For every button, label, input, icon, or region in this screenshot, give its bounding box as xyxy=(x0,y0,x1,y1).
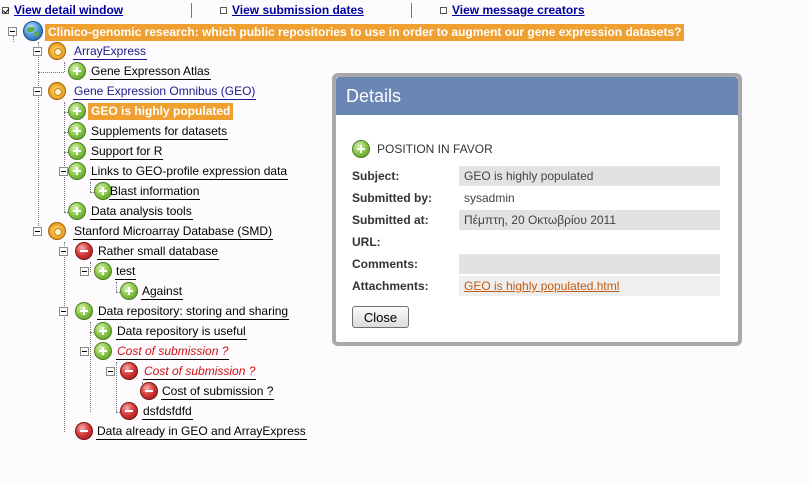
tree-line xyxy=(38,72,64,73)
tree-node-label[interactable]: Cost of submission ? xyxy=(161,384,275,400)
tree-node-label[interactable]: Cost of submission ? xyxy=(116,344,230,360)
tree-line xyxy=(116,362,117,412)
subject-value: GEO is highly populated xyxy=(459,166,720,186)
collapse-toggle[interactable] xyxy=(80,347,89,356)
pro-icon xyxy=(120,282,138,300)
tree-node-label[interactable]: Gene Expresson Atlas xyxy=(90,64,211,80)
tree-node-label[interactable]: Rather small database xyxy=(97,244,220,260)
tree-node-label[interactable]: Stanford Microarray Database (SMD) xyxy=(73,224,274,240)
pro-icon xyxy=(68,102,86,120)
collapse-toggle[interactable] xyxy=(33,227,42,236)
url-label: URL: xyxy=(352,235,381,249)
pro-icon xyxy=(94,262,112,280)
collapse-toggle[interactable] xyxy=(80,267,89,276)
attachments-label: Attachments: xyxy=(352,279,429,293)
pro-icon xyxy=(75,302,93,320)
position-indicator: POSITION IN FAVOR xyxy=(352,140,493,158)
pro-icon xyxy=(68,62,86,80)
tree-node-label[interactable]: Against xyxy=(141,284,184,300)
tree-line xyxy=(13,36,14,42)
con-icon xyxy=(120,362,138,380)
tree-node-label[interactable]: Data already in GEO and ArrayExpress xyxy=(96,424,307,440)
pro-icon xyxy=(68,202,86,220)
collapse-toggle[interactable] xyxy=(59,167,68,176)
globe-icon xyxy=(23,21,43,41)
tree-line xyxy=(64,102,65,212)
collapse-toggle[interactable] xyxy=(59,247,68,256)
con-icon xyxy=(75,422,93,440)
collapse-toggle[interactable] xyxy=(106,367,115,376)
comments-label: Comments: xyxy=(352,257,419,271)
details-panel: Details POSITION IN FAVOR Subject: GEO i… xyxy=(332,73,742,346)
tree-node-label[interactable]: Data repository is useful xyxy=(116,324,247,340)
issue-icon xyxy=(48,82,66,100)
tree-node-label[interactable]: Cost of submission ? xyxy=(143,364,257,380)
issue-icon xyxy=(48,222,66,240)
tree-line xyxy=(38,42,39,232)
close-button[interactable]: Close xyxy=(352,306,409,328)
tree-node-label[interactable]: Links to GEO-profile expression data xyxy=(90,164,289,180)
position-text: POSITION IN FAVOR xyxy=(377,142,493,156)
submitted-by-value: sysadmin xyxy=(459,188,720,208)
submitted-at-value: Πέμπτη, 20 Οκτωβρίου 2011 xyxy=(459,210,720,230)
attachment-link[interactable]: GEO is highly populated.html xyxy=(464,279,619,293)
pro-icon xyxy=(94,322,112,340)
collapse-toggle[interactable] xyxy=(8,27,17,36)
tree-node-label[interactable]: Data repository: storing and sharing xyxy=(97,304,290,320)
tree-node-label[interactable]: Blast information xyxy=(109,184,201,200)
tree-line xyxy=(90,182,91,192)
tree-node-label[interactable]: Support for R xyxy=(90,144,164,160)
tree-node-label[interactable]: Gene Expression Omnibus (GEO) xyxy=(73,84,257,100)
collapse-toggle[interactable] xyxy=(33,87,42,96)
con-icon xyxy=(75,242,93,260)
tree-node-label-selected[interactable]: GEO is highly populated xyxy=(88,103,234,120)
tree-node-label[interactable]: Data analysis tools xyxy=(90,204,193,220)
collapse-toggle[interactable] xyxy=(33,47,42,56)
submitted-at-label: Submitted at: xyxy=(352,213,429,227)
con-icon xyxy=(140,382,158,400)
tree-node-label[interactable]: test xyxy=(115,264,137,280)
pro-icon xyxy=(94,342,112,360)
url-value xyxy=(459,232,720,252)
con-icon xyxy=(120,402,138,420)
tree-line xyxy=(116,282,117,292)
tree-line xyxy=(64,62,65,72)
details-title: Details xyxy=(336,77,738,115)
pro-icon xyxy=(68,142,86,160)
comments-value xyxy=(459,254,720,274)
tree-node-label[interactable]: ArrayExpress xyxy=(73,44,148,60)
pro-icon xyxy=(352,140,370,158)
pro-icon xyxy=(68,162,86,180)
tree-node-label[interactable]: dsfdsfdfd xyxy=(142,404,193,420)
attachments-value: GEO is highly populated.html xyxy=(459,276,720,296)
root-issue-label[interactable]: Clinico-genomic research: which public r… xyxy=(45,24,685,41)
submitted-by-label: Submitted by: xyxy=(352,191,432,205)
tree-node-label[interactable]: Supplements for datasets xyxy=(90,124,229,140)
collapse-toggle[interactable] xyxy=(59,307,68,316)
issue-icon xyxy=(48,42,66,60)
pro-icon xyxy=(68,122,86,140)
tree-line xyxy=(90,262,91,272)
tree-line xyxy=(64,242,65,432)
subject-label: Subject: xyxy=(352,169,400,183)
tree-line xyxy=(90,322,91,412)
